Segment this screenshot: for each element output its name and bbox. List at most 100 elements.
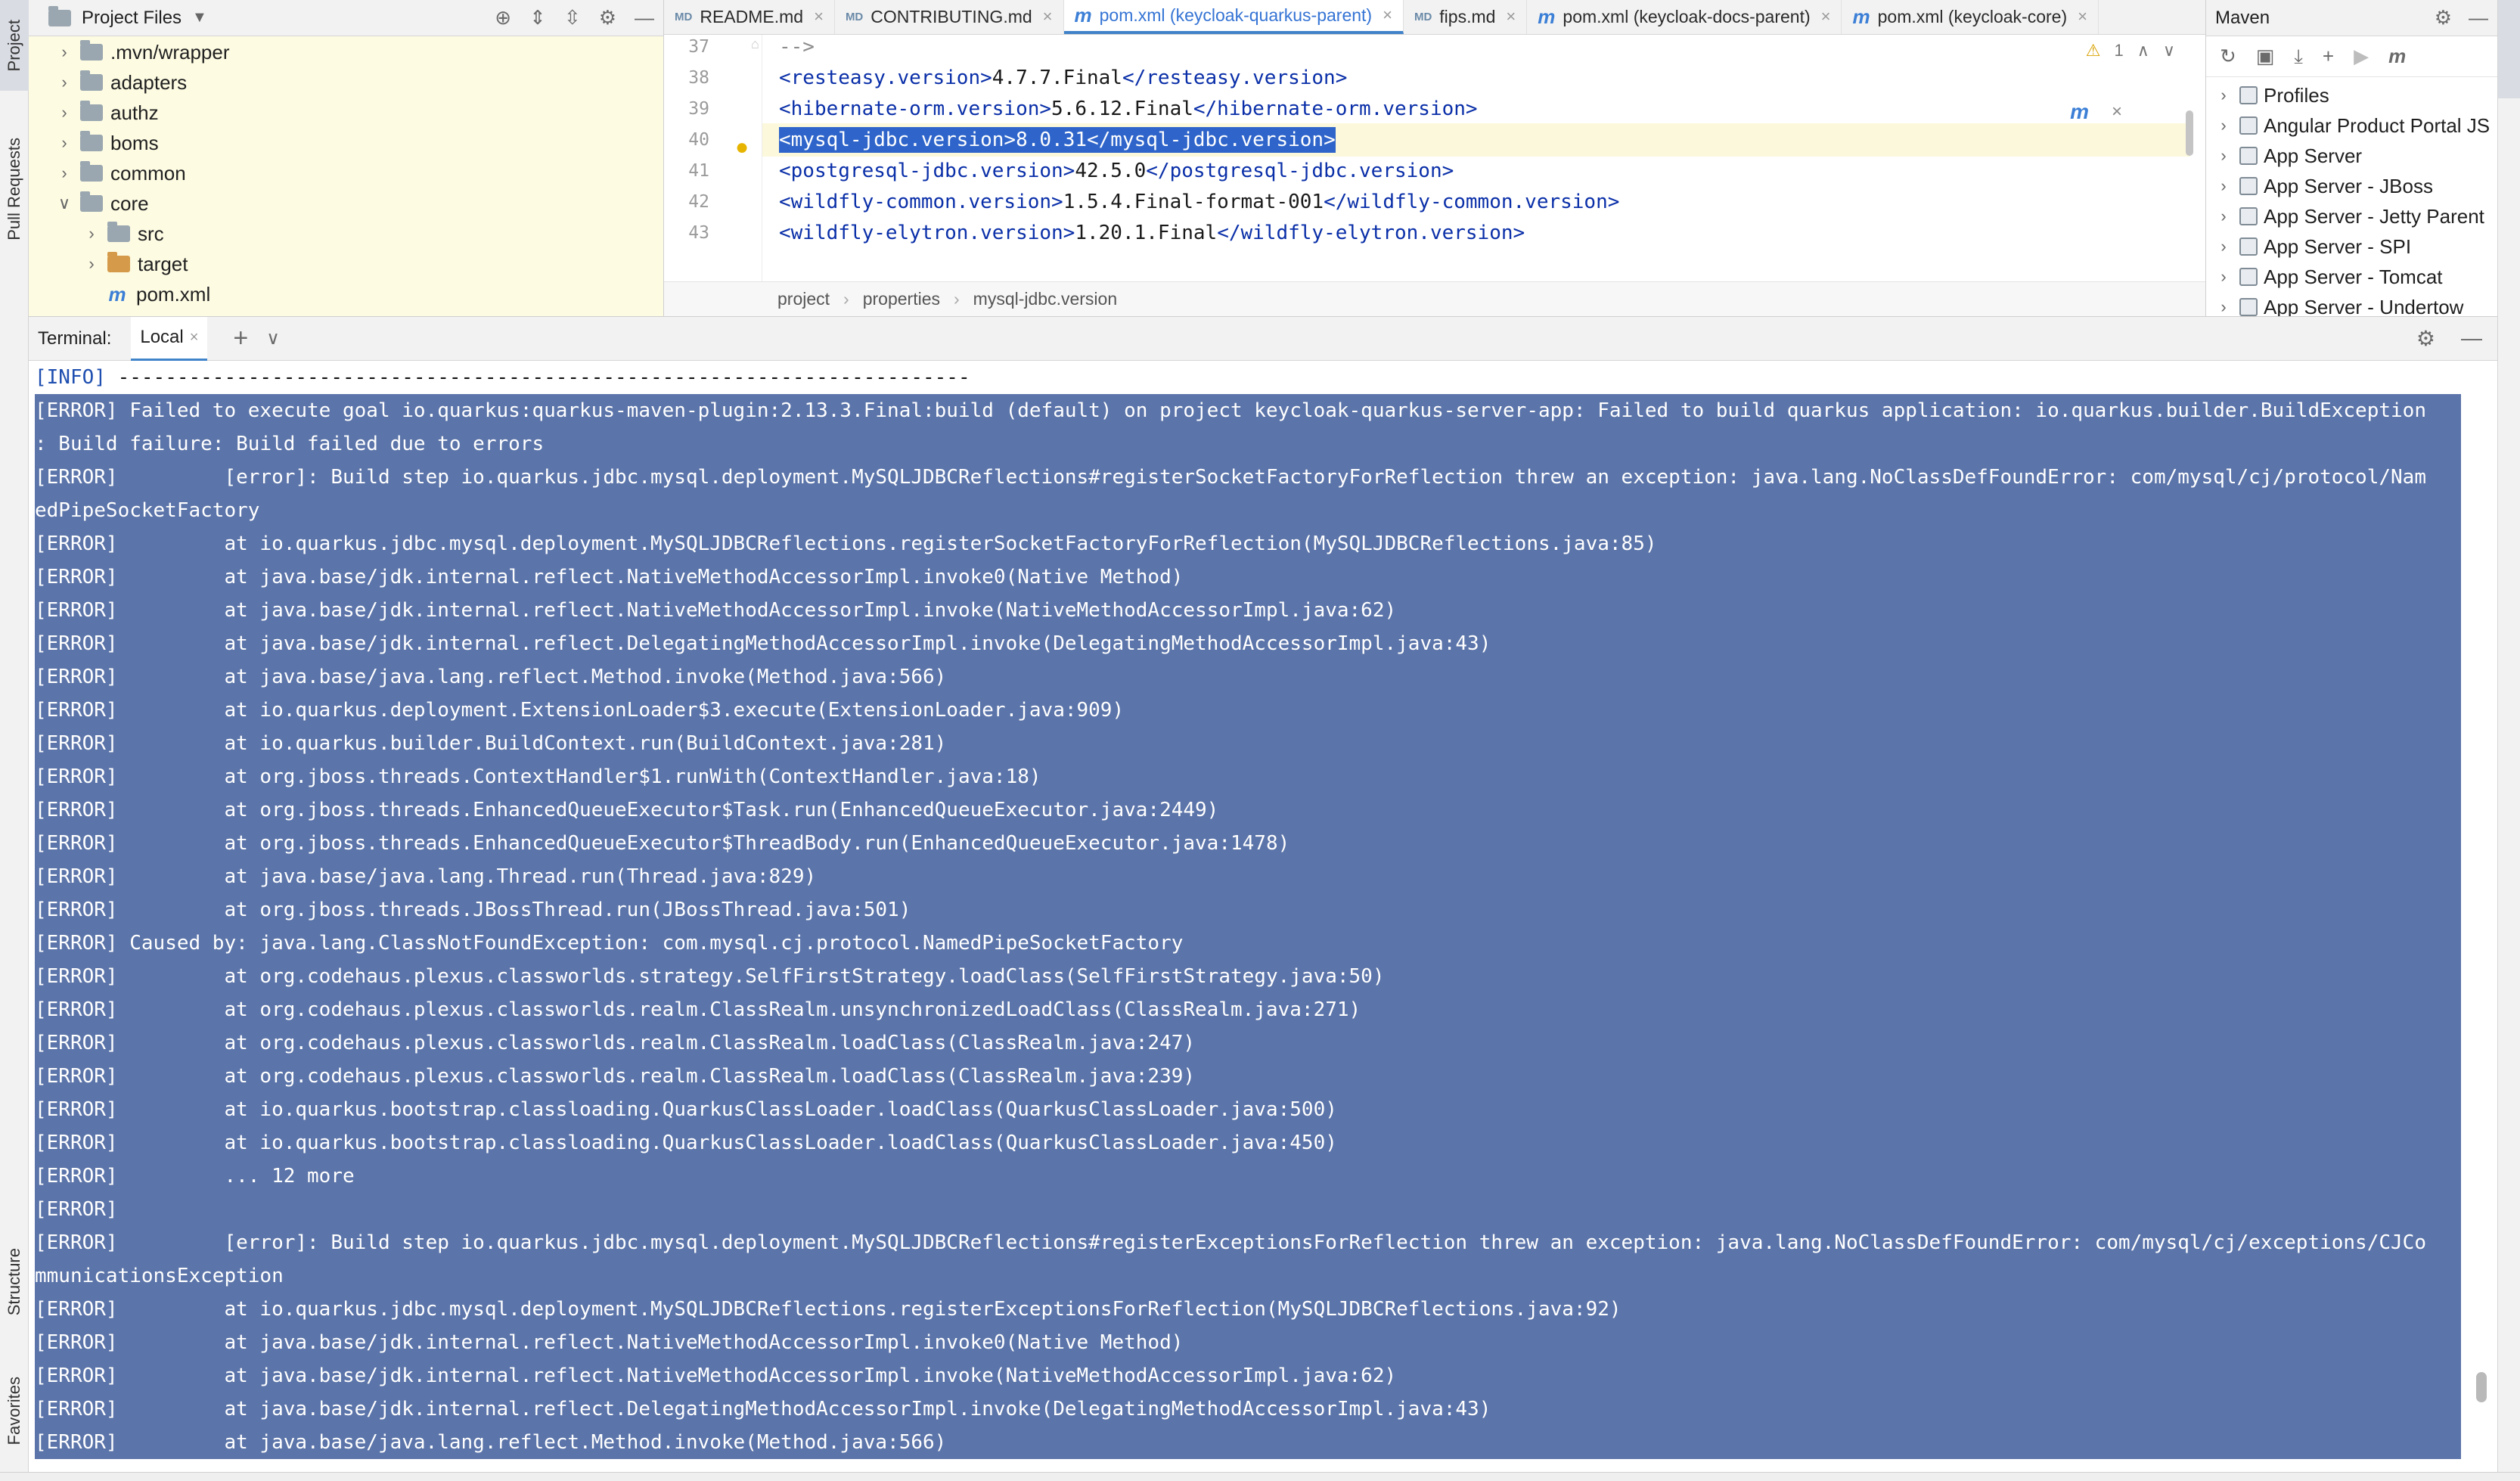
chevron-right-icon[interactable]: › [54, 73, 74, 92]
line-number: 37 [688, 37, 709, 57]
chevron-down-icon[interactable]: ▼ [192, 9, 207, 26]
chevron-down-icon[interactable]: ∨ [54, 194, 74, 213]
chevron-right-icon[interactable]: › [2212, 206, 2235, 226]
editor-tab[interactable]: m pom.xml (keycloak-core) × [1842, 0, 2099, 34]
terminal-output[interactable]: [INFO] ---------------------------------… [29, 361, 2497, 1473]
reload-icon[interactable]: ↻ [2220, 45, 2236, 68]
collapse-all-icon[interactable]: ⇳ [564, 6, 581, 29]
tree-item[interactable]: › .mvn/wrapper [54, 37, 230, 67]
tree-item[interactable]: › boms [54, 128, 159, 158]
chevron-right-icon[interactable]: › [2212, 176, 2235, 196]
maven-reload-icon[interactable]: m [2070, 100, 2089, 124]
close-tab-icon[interactable]: × [1821, 7, 1831, 26]
markdown-file-icon: MD [1414, 10, 1432, 23]
maven-reload-popup[interactable]: m × [2070, 100, 2122, 124]
line-number: 42 [688, 192, 709, 212]
tree-item[interactable]: › src [82, 219, 164, 249]
chevron-down-icon[interactable]: ∨ [266, 328, 280, 349]
terminal-line: edPipeSocketFactory [35, 494, 2461, 527]
breadcrumb-item[interactable]: properties [863, 289, 940, 309]
editor-tab[interactable]: MD fips.md × [1404, 0, 1528, 34]
chevron-right-icon[interactable]: › [2212, 116, 2235, 135]
maven-tree-item[interactable]: › App Server - Jetty Parent [2206, 201, 2484, 231]
execute-goal-icon[interactable]: m [2388, 45, 2406, 68]
editor-tab[interactable]: m pom.xml (keycloak-docs-parent) × [1527, 0, 1842, 34]
xml-close-tag: </wildfly-common.version> [1324, 191, 1620, 213]
code-line: <wildfly-elytron.version>1.20.1.Final</w… [762, 216, 2190, 250]
tree-item[interactable]: › common [54, 158, 186, 188]
editor-tab[interactable]: MD README.md × [664, 0, 835, 34]
xml-value: 1.20.1.Final [1075, 222, 1218, 244]
close-tab-icon[interactable]: × [1383, 5, 1392, 25]
close-tab-icon[interactable]: × [2078, 7, 2087, 26]
project-tool-tab[interactable]: Project [0, 0, 29, 91]
terminal-tab-local[interactable]: Local × [131, 316, 208, 361]
project-view-selector[interactable]: Project Files [82, 8, 182, 29]
maven-tree-item[interactable]: › App Server - Undertow [2206, 292, 2463, 316]
code-area[interactable]: ⌂ ● 37 38 39 40 41 42 43 --> <resteasy.version>… [664, 35, 2205, 281]
close-tab-icon[interactable]: × [814, 7, 824, 26]
minimize-icon[interactable]: — [635, 6, 654, 29]
pull-requests-tool-tab[interactable]: Pull Requests [0, 113, 29, 265]
locate-icon[interactable]: ⊕ [495, 6, 511, 29]
tree-item[interactable]: m pom.xml [82, 279, 210, 309]
minimize-icon[interactable]: — [2461, 326, 2482, 351]
chevron-right-icon[interactable]: › [2212, 146, 2235, 166]
gear-icon[interactable]: ⚙ [2416, 326, 2435, 351]
close-tab-icon[interactable]: × [1043, 7, 1053, 26]
breadcrumb-item[interactable]: mysql-jdbc.version [973, 289, 1117, 309]
editor-tab[interactable]: m pom.xml (keycloak-quarkus-parent) × [1063, 0, 1404, 34]
close-tab-icon[interactable]: × [1506, 7, 1516, 26]
maven-tree-item[interactable]: › Angular Product Portal JS [2206, 110, 2490, 141]
gear-icon[interactable]: ⚙ [2435, 6, 2452, 29]
chevron-right-icon[interactable]: › [2212, 85, 2235, 105]
chevron-right-icon[interactable]: › [82, 254, 101, 274]
tree-item-label: target [138, 252, 188, 275]
inspection-widget[interactable]: ⚠ 1 ∧ ∨ [2086, 41, 2175, 61]
download-icon[interactable]: ⤓ [2294, 45, 2303, 69]
add-project-icon[interactable]: ▣ [2256, 45, 2275, 68]
tree-item[interactable]: › target [82, 249, 188, 279]
close-tab-icon[interactable]: × [190, 329, 199, 346]
tree-item[interactable]: › adapters [54, 67, 187, 98]
gear-icon[interactable]: ⚙ [599, 6, 616, 29]
chevron-right-icon[interactable]: › [2212, 237, 2235, 256]
terminal-line: [ERROR] [35, 1193, 2461, 1226]
editor-tab[interactable]: MD CONTRIBUTING.md × [835, 0, 1064, 34]
editor-scrollbar[interactable] [2186, 110, 2193, 156]
close-popup-icon[interactable]: × [2112, 101, 2122, 123]
chevron-right-icon[interactable]: › [2212, 297, 2235, 316]
maven-tree-item[interactable]: › App Server - SPI [2206, 231, 2411, 262]
maven-tree-item[interactable]: › App Server [2206, 141, 2362, 171]
chevron-right-icon[interactable]: › [54, 103, 74, 123]
chevron-right-icon[interactable]: › [82, 224, 101, 244]
maven-tree-item[interactable]: › Profiles [2206, 80, 2329, 110]
tree-item[interactable]: › authz [54, 98, 159, 128]
chevron-right-icon[interactable]: › [54, 133, 74, 153]
add-icon[interactable]: + [2323, 45, 2334, 68]
notifications-tool-tab[interactable] [2498, 303, 2520, 378]
new-terminal-icon[interactable]: + [233, 324, 248, 353]
structure-tool-tab[interactable]: Structure [0, 1225, 29, 1339]
maven-tree-item[interactable]: › App Server - JBoss [2206, 171, 2433, 201]
maven-tree-item[interactable]: › App Server - Tomcat [2206, 262, 2442, 292]
chevron-right-icon[interactable]: › [54, 42, 74, 62]
log-message: at java.base/jdk.internal.reflect.Native… [117, 1331, 1184, 1354]
terminal-scrollbar[interactable] [2476, 1372, 2487, 1402]
next-highlight-icon[interactable]: ∨ [2163, 41, 2175, 61]
breadcrumb-item[interactable]: project [777, 289, 830, 309]
lightbulb-icon[interactable]: ● [735, 135, 749, 160]
expand-all-icon[interactable]: ⇕ [529, 6, 546, 29]
log-message: Caused by: java.lang.ClassNotFoundExcept… [117, 932, 1184, 955]
xml-value: 5.6.12.Final [1051, 98, 1193, 120]
chevron-right-icon[interactable]: › [54, 163, 74, 183]
run-icon[interactable]: ▶ [2354, 45, 2369, 68]
chevron-right-icon[interactable]: › [2212, 267, 2235, 287]
big-data-tool-tab[interactable] [2498, 151, 2520, 242]
line-gutter: ⌂ ● 37 38 39 40 41 42 43 [664, 35, 762, 281]
minimize-icon[interactable]: — [2469, 6, 2488, 29]
maven-tool-tab[interactable] [2498, 0, 2520, 98]
favorites-tool-tab[interactable]: Favorites [0, 1354, 29, 1467]
previous-highlight-icon[interactable]: ∧ [2137, 41, 2149, 61]
tree-item[interactable]: ∨ core [54, 188, 149, 219]
